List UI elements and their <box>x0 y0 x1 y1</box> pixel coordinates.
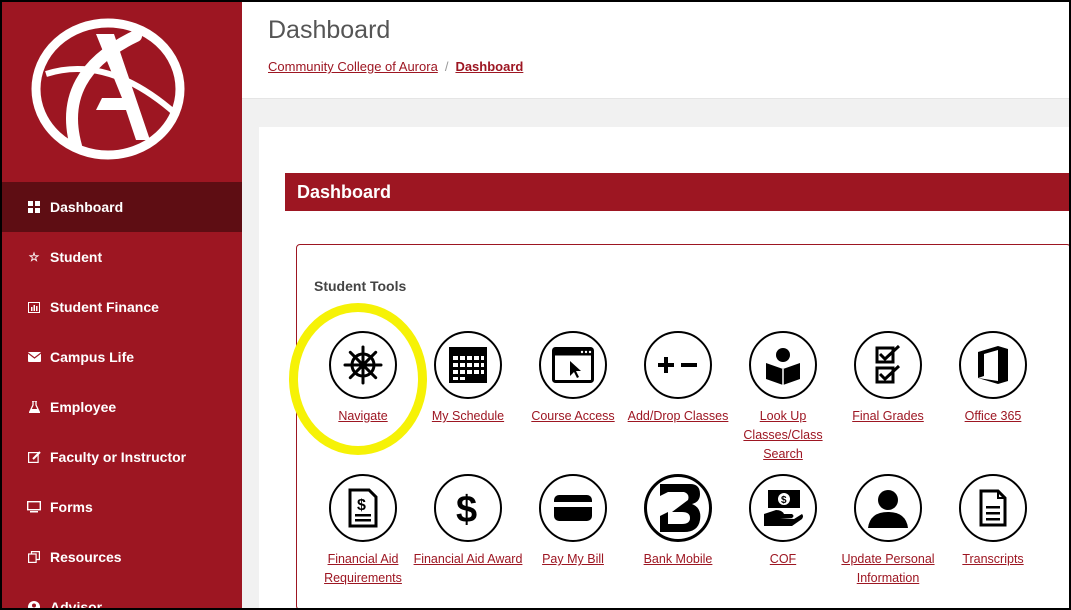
sidebar-item-campus-life[interactable]: Campus Life <box>2 332 242 382</box>
svg-text:$: $ <box>781 495 787 506</box>
browser-cursor-icon[interactable] <box>539 331 607 399</box>
sidebar-item-resources[interactable]: Resources <box>2 532 242 582</box>
sidebar-item-label: Employee <box>50 399 117 415</box>
person-icon[interactable] <box>854 474 922 542</box>
reader-icon[interactable] <box>749 331 817 399</box>
sidebar-item-label: Campus Life <box>50 349 135 365</box>
svg-text:$: $ <box>357 497 366 514</box>
tool-label[interactable]: Update Personal Information <box>833 550 943 588</box>
tool-course-access[interactable]: Course Access <box>518 331 628 426</box>
tool-label[interactable]: Transcripts <box>938 550 1048 569</box>
tool-label[interactable]: Navigate <box>308 407 418 426</box>
breadcrumb: Community College of Aurora / Dashboard <box>268 59 523 74</box>
monitor-icon <box>26 501 42 513</box>
sidebar-item-employee[interactable]: Employee <box>2 382 242 432</box>
tool-label[interactable]: COF <box>728 550 838 569</box>
breadcrumb-root-link[interactable]: Community College of Aurora <box>268 59 438 74</box>
dashboard-section-header: Dashboard <box>285 173 1069 211</box>
sidebar-item-forms[interactable]: Forms <box>2 482 242 532</box>
tool-look-up-classes[interactable]: Look Up Classes/Class Search <box>728 331 838 464</box>
cash-hand-icon[interactable]: $ <box>749 474 817 542</box>
sidebar-item-label: Dashboard <box>50 199 124 215</box>
sidebar-item-advisor[interactable]: Advisor <box>2 582 242 610</box>
office-icon[interactable] <box>959 331 1027 399</box>
tool-financial-aid-award[interactable]: $ Financial Aid Award <box>413 474 523 569</box>
bar-chart-icon <box>26 301 42 313</box>
sidebar-item-label: Student Finance <box>50 299 159 315</box>
envelope-icon <box>26 352 42 362</box>
tool-bank-mobile[interactable]: Bank Mobile <box>623 474 733 569</box>
copy-icon <box>26 551 42 563</box>
plus-minus-icon[interactable] <box>644 331 712 399</box>
tool-label[interactable]: Bank Mobile <box>623 550 733 569</box>
money-document-icon[interactable]: $ <box>329 474 397 542</box>
sidebar-item-label: Advisor <box>50 599 103 610</box>
breadcrumb-current-link[interactable]: Dashboard <box>455 59 523 74</box>
tool-pay-my-bill[interactable]: Pay My Bill <box>518 474 628 569</box>
tool-financial-aid-requirements[interactable]: $ Financial Aid Requirements <box>308 474 418 588</box>
college-logo[interactable] <box>26 14 191 164</box>
svg-text:$: $ <box>456 489 477 529</box>
tool-label[interactable]: Financial Aid Requirements <box>308 550 418 588</box>
tool-label[interactable]: Course Access <box>518 407 628 426</box>
tool-label[interactable]: Pay My Bill <box>518 550 628 569</box>
sidebar-item-label: Forms <box>50 499 93 515</box>
tool-label[interactable]: Financial Aid Award <box>413 550 523 569</box>
star-icon: ☆ <box>28 250 40 264</box>
browser-viewport: Dashboard ☆ Student Student Finance Camp… <box>0 0 1071 610</box>
flask-icon <box>26 401 42 413</box>
sidebar: Dashboard ☆ Student Student Finance Camp… <box>2 2 242 608</box>
student-tools-title: Student Tools <box>314 278 407 294</box>
tool-label[interactable]: Look Up Classes/Class Search <box>728 407 838 464</box>
credit-card-icon[interactable] <box>539 474 607 542</box>
tool-update-personal-info[interactable]: Update Personal Information <box>833 474 943 588</box>
tool-label[interactable]: Add/Drop Classes <box>623 407 733 426</box>
tool-add-drop-classes[interactable]: Add/Drop Classes <box>623 331 733 426</box>
bank-mobile-icon[interactable] <box>644 474 712 542</box>
sidebar-item-label: Faculty or Instructor <box>50 449 187 465</box>
dollar-icon[interactable]: $ <box>434 474 502 542</box>
page-title: Dashboard <box>268 16 391 44</box>
tool-final-grades[interactable]: Final Grades <box>833 331 943 426</box>
tool-my-schedule[interactable]: My Schedule <box>413 331 523 426</box>
sidebar-item-student-finance[interactable]: Student Finance <box>2 282 242 332</box>
tool-transcripts[interactable]: Transcripts <box>938 474 1048 569</box>
breadcrumb-separator: / <box>444 59 449 74</box>
tool-navigate[interactable]: Navigate <box>308 331 418 426</box>
sidebar-item-student[interactable]: ☆ Student <box>2 232 242 282</box>
sidebar-item-label: Resources <box>50 549 122 565</box>
grid-icon <box>26 201 42 213</box>
page-header: Dashboard Community College of Aurora / Da… <box>242 2 1069 99</box>
tool-label[interactable]: My Schedule <box>413 407 523 426</box>
checklist-icon[interactable] <box>854 331 922 399</box>
edit-icon <box>26 451 42 463</box>
helm-icon[interactable] <box>329 331 397 399</box>
sidebar-item-label: Student <box>50 249 103 265</box>
user-circle-icon <box>26 601 42 608</box>
tool-office-365[interactable]: Office 365 <box>938 331 1048 426</box>
tool-cof[interactable]: $ COF <box>728 474 838 569</box>
calendar-icon[interactable] <box>434 331 502 399</box>
tool-label[interactable]: Office 365 <box>938 407 1048 426</box>
sidebar-item-dashboard[interactable]: Dashboard <box>2 182 242 232</box>
document-icon[interactable] <box>959 474 1027 542</box>
sidebar-item-faculty[interactable]: Faculty or Instructor <box>2 432 242 482</box>
tool-label[interactable]: Final Grades <box>833 407 943 426</box>
